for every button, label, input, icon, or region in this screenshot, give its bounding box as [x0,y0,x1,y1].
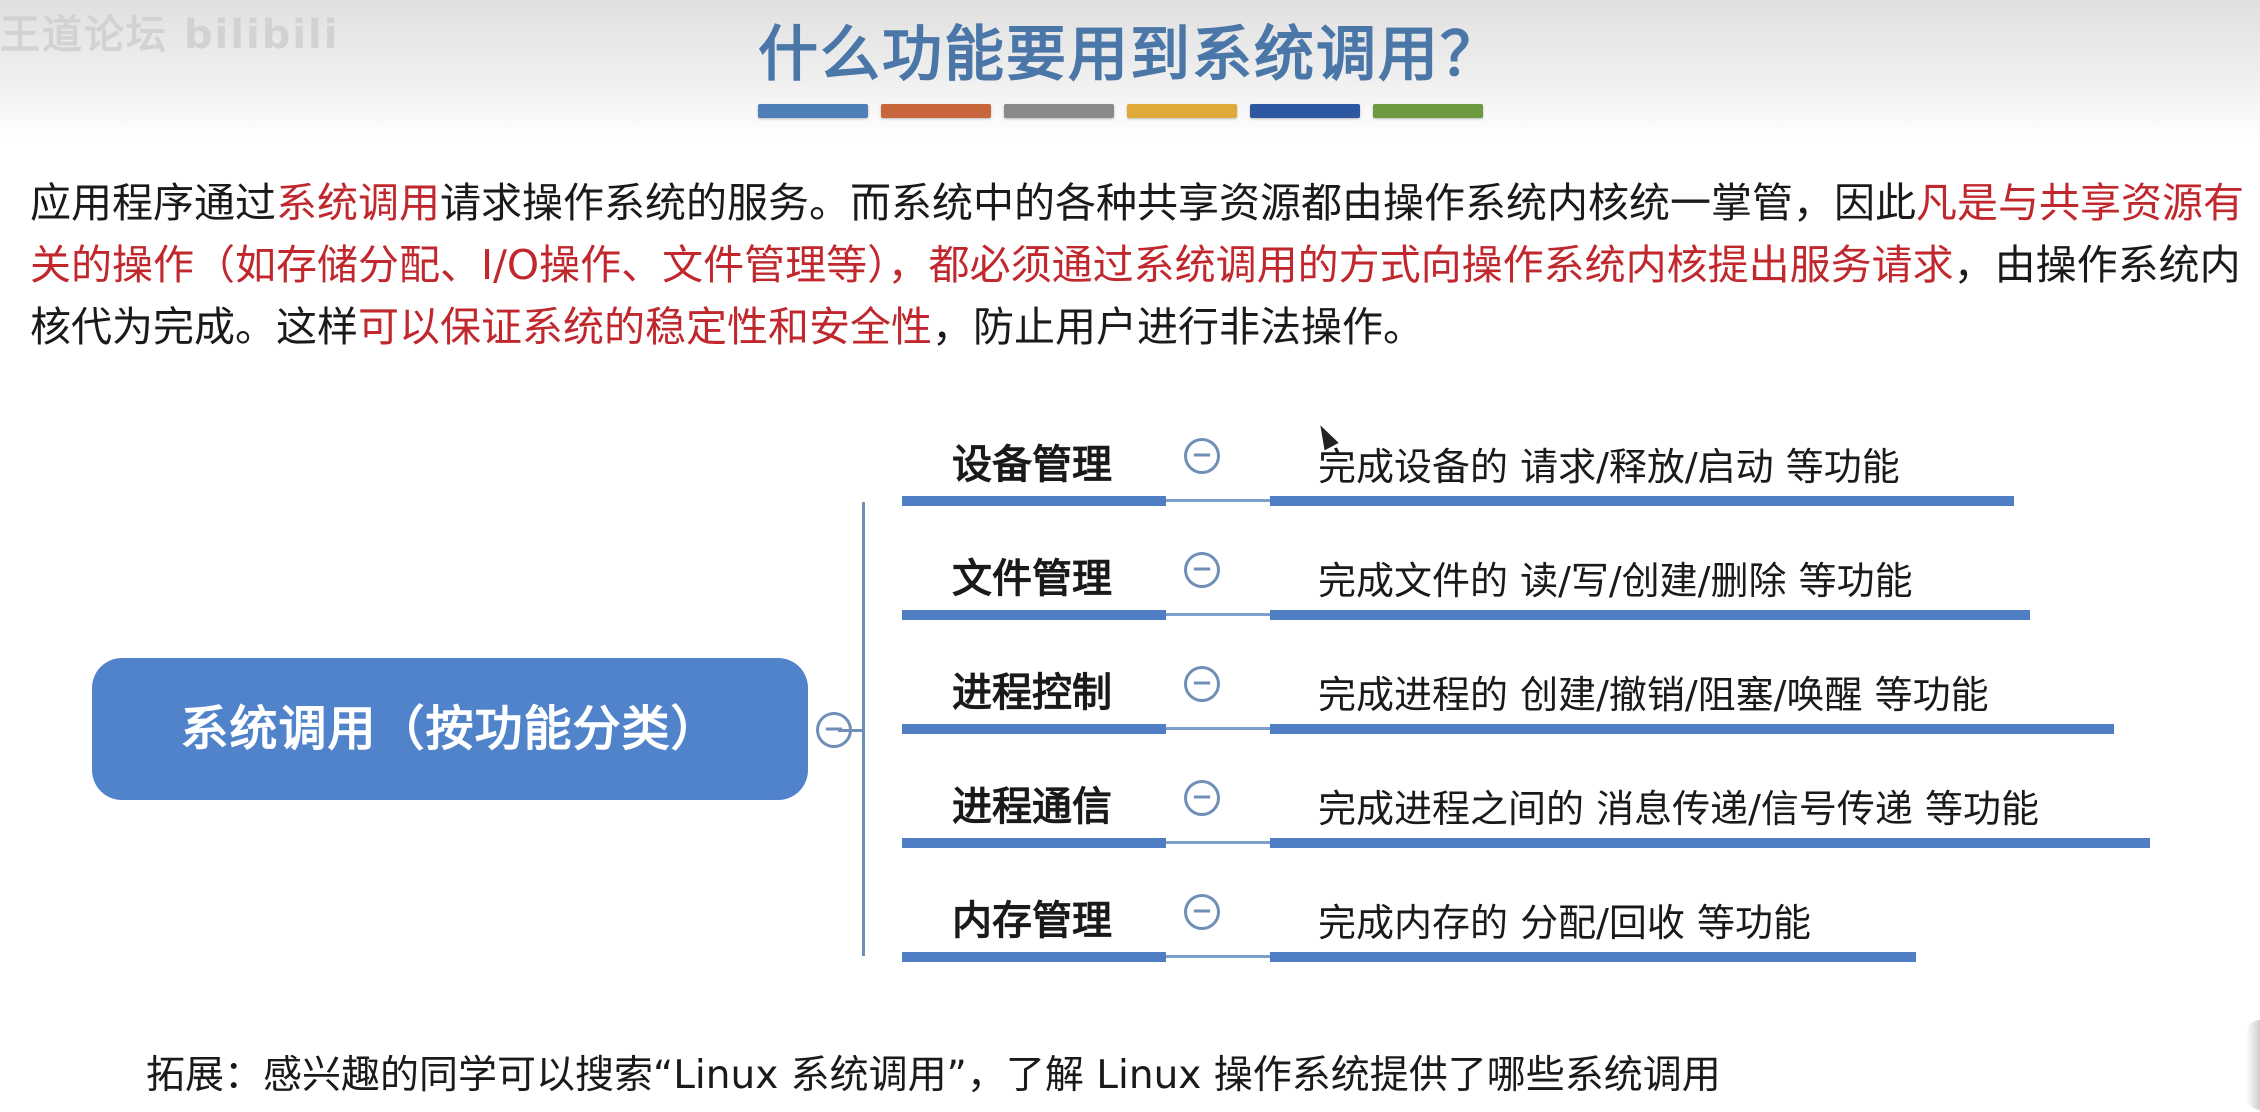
title-bar-5 [1250,104,1360,118]
category-device-management: 设备管理 [952,442,1112,488]
desc-process-control: 完成进程的 创建/撤销/阻塞/唤醒 等功能 [1318,673,1989,717]
desc-underline [1270,496,2014,506]
root-connector [838,729,864,732]
category-process-communication: 进程通信 [952,784,1112,830]
file-collapse-icon[interactable]: − [1184,552,1220,588]
category-underline [902,496,1166,506]
branch-trunk [862,502,865,956]
category-file-management: 文件管理 [952,556,1112,602]
desc-underline [1270,952,1916,962]
desc-file-management: 完成文件的 读/写/创建/删除 等功能 [1318,559,1913,603]
device-collapse-icon[interactable]: − [1184,438,1220,474]
footer-note: 拓展：感兴趣的同学可以搜索“Linux 系统调用”，了解 Linux 操作系统提… [146,1053,1721,1098]
intro-text-4: ，防止用户进行非法操作。 [932,303,1424,351]
category-underline [902,952,1166,962]
intro-text-2: 请求操作系统的服务。而系统中的各种共享资源都由操作系统内核统一掌管，因此 [440,179,1916,227]
process-comm-collapse-icon[interactable]: − [1184,780,1220,816]
branch-link [1166,499,1270,502]
title-bar-6 [1373,104,1483,118]
category-underline [902,610,1166,620]
title-bar-1 [758,104,868,118]
intro-paragraph: 应用程序通过系统调用请求操作系统的服务。而系统中的各种共享资源都由操作系统内核统… [30,172,2245,358]
memory-collapse-icon[interactable]: − [1184,894,1220,930]
desc-device-management: 完成设备的 请求/释放/启动 等功能 [1318,445,1900,489]
desc-memory-management: 完成内存的 分配/回收 等功能 [1318,901,1811,945]
intro-highlight-3: 可以保证系统的稳定性和安全性 [358,303,932,351]
branch-link [1166,613,1270,616]
category-underline [902,838,1166,848]
process-control-collapse-icon[interactable]: − [1184,666,1220,702]
root-node: 系统调用（按功能分类） [92,658,808,800]
title-bar-3 [1004,104,1114,118]
desc-underline [1270,838,2150,848]
title-bar-4 [1127,104,1237,118]
desc-underline [1270,724,2114,734]
branch-link [1166,841,1270,844]
category-memory-management: 内存管理 [952,898,1112,944]
intro-highlight-1: 系统调用 [276,179,440,227]
branch-link [1166,727,1270,730]
edge-shadow [2246,1020,2260,1110]
slide-title: 什么功能要用到系统调用？ [758,20,1502,90]
intro-text-1: 应用程序通过 [30,179,276,227]
category-underline [902,724,1166,734]
category-process-control: 进程控制 [952,670,1112,716]
desc-process-communication: 完成进程之间的 消息传递/信号传递 等功能 [1318,787,2039,831]
branch-link [1166,955,1270,958]
title-bar-2 [881,104,991,118]
desc-underline [1270,610,2030,620]
